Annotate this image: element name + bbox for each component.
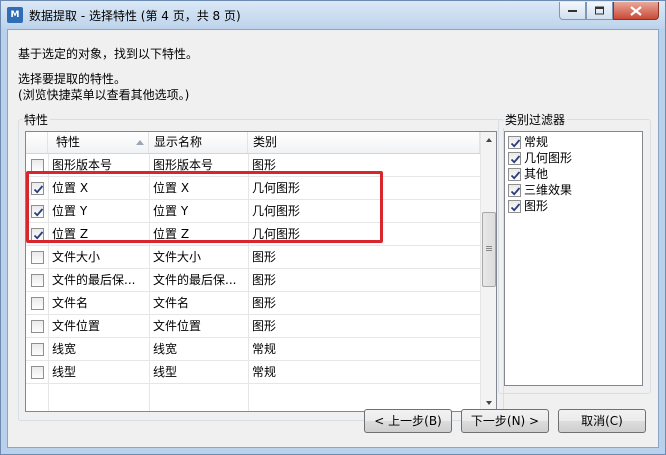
cell-category: 常规	[252, 342, 277, 356]
cell-display-name: 文件位置	[153, 319, 202, 333]
checkmark-icon	[510, 139, 521, 148]
scroll-up-icon	[486, 138, 492, 142]
app-icon: M	[7, 7, 23, 23]
category-filter-list: 常规几何图形其他三维效果图形	[504, 131, 643, 386]
dialog-body: 基于选定的对象，找到以下特性。 选择要提取的特性。 (浏览快捷菜单以查看其他选项…	[7, 29, 659, 448]
filter-checkbox[interactable]	[508, 184, 521, 197]
title-bar[interactable]: M 数据提取 - 选择特性 (第 4 页，共 8 页)	[1, 1, 665, 29]
cell-display-name: 文件的最后保...	[153, 273, 237, 287]
filter-item-label: 其他	[524, 167, 549, 181]
row-checkbox[interactable]	[31, 297, 44, 310]
scroll-thumb[interactable]	[482, 212, 496, 287]
checkmark-icon	[510, 187, 521, 196]
filter-checkbox[interactable]	[508, 200, 521, 213]
grid-vertical-scrollbar[interactable]	[480, 132, 496, 411]
cell-category: 常规	[252, 365, 277, 379]
filter-item-label: 常规	[524, 135, 549, 149]
minimize-icon	[567, 9, 577, 12]
header-property[interactable]: 特性	[48, 132, 149, 153]
close-icon	[630, 5, 642, 16]
cell-property: 文件的最后保...	[52, 273, 136, 287]
cell-property: 文件位置	[52, 319, 101, 333]
filter-checkbox[interactable]	[508, 168, 521, 181]
table-row[interactable]: 文件大小 文件大小 图形	[26, 246, 480, 269]
table-row[interactable]: 线型 线型 常规	[26, 361, 480, 384]
table-row[interactable]: 文件名 文件名 图形	[26, 292, 480, 315]
cell-category: 图形	[252, 250, 277, 264]
cell-property: 线型	[52, 365, 77, 379]
table-row[interactable]: 文件的最后保... 文件的最后保... 图形	[26, 269, 480, 292]
cell-display-name: 线型	[153, 365, 178, 379]
intro-text-select: 选择要提取的特性。	[18, 72, 127, 86]
sort-ascending-icon	[136, 140, 144, 145]
filter-checkbox[interactable]	[508, 136, 521, 149]
data-extraction-dialog: M 数据提取 - 选择特性 (第 4 页，共 8 页) 基于选定的对象，找到以下…	[0, 0, 666, 455]
filter-item-label: 几何图形	[524, 151, 573, 165]
filter-item-label: 三维效果	[524, 183, 573, 197]
category-filter-label: 类别过滤器	[503, 111, 568, 128]
header-checkbox-column	[26, 132, 48, 153]
row-checkbox[interactable]	[31, 343, 44, 356]
cell-category: 图形	[252, 319, 277, 333]
window-title: 数据提取 - 选择特性 (第 4 页，共 8 页)	[29, 9, 241, 23]
minimize-button[interactable]	[559, 2, 586, 20]
row-checkbox[interactable]	[31, 274, 44, 287]
header-property-label: 特性	[56, 135, 81, 149]
back-button[interactable]: < 上一步(B)	[364, 409, 452, 433]
cell-property: 文件大小	[52, 250, 101, 264]
properties-group-label: 特性	[22, 111, 51, 128]
row-checkbox[interactable]	[31, 251, 44, 264]
scroll-up-button[interactable]	[481, 132, 496, 149]
header-category[interactable]: 类别	[248, 132, 480, 153]
cell-property: 文件名	[52, 296, 89, 310]
cell-property: 线宽	[52, 342, 77, 356]
next-button[interactable]: 下一步(N) >	[461, 409, 549, 433]
header-display-name-label: 显示名称	[154, 135, 203, 149]
checkmark-icon	[510, 171, 521, 180]
table-row[interactable]: 线宽 线宽 常规	[26, 338, 480, 361]
row-checkbox[interactable]	[31, 320, 44, 333]
header-category-label: 类别	[253, 135, 278, 149]
table-row[interactable]: 文件位置 文件位置 图形	[26, 315, 480, 338]
cell-display-name: 线宽	[153, 342, 178, 356]
intro-text-hint: (浏览快捷菜单以查看其他选项。)	[18, 88, 190, 102]
filter-checkbox[interactable]	[508, 152, 521, 165]
close-button[interactable]	[613, 2, 659, 20]
row-checkbox[interactable]	[31, 366, 44, 379]
filter-item-label: 图形	[524, 199, 549, 213]
grid-header: 特性 显示名称 类别	[26, 132, 480, 154]
intro-text-found: 基于选定的对象，找到以下特性。	[18, 47, 199, 61]
annotation-highlight-box	[26, 171, 383, 243]
cell-display-name: 文件名	[153, 296, 190, 310]
cancel-button[interactable]: 取消(C)	[558, 409, 646, 433]
cell-category: 图形	[252, 273, 277, 287]
maximize-button[interactable]	[586, 2, 613, 20]
checkmark-icon	[510, 155, 521, 164]
cell-display-name: 文件大小	[153, 250, 202, 264]
header-display-name[interactable]: 显示名称	[149, 132, 248, 153]
checkmark-icon	[510, 203, 521, 212]
cell-category: 图形	[252, 296, 277, 310]
maximize-icon	[594, 6, 604, 14]
